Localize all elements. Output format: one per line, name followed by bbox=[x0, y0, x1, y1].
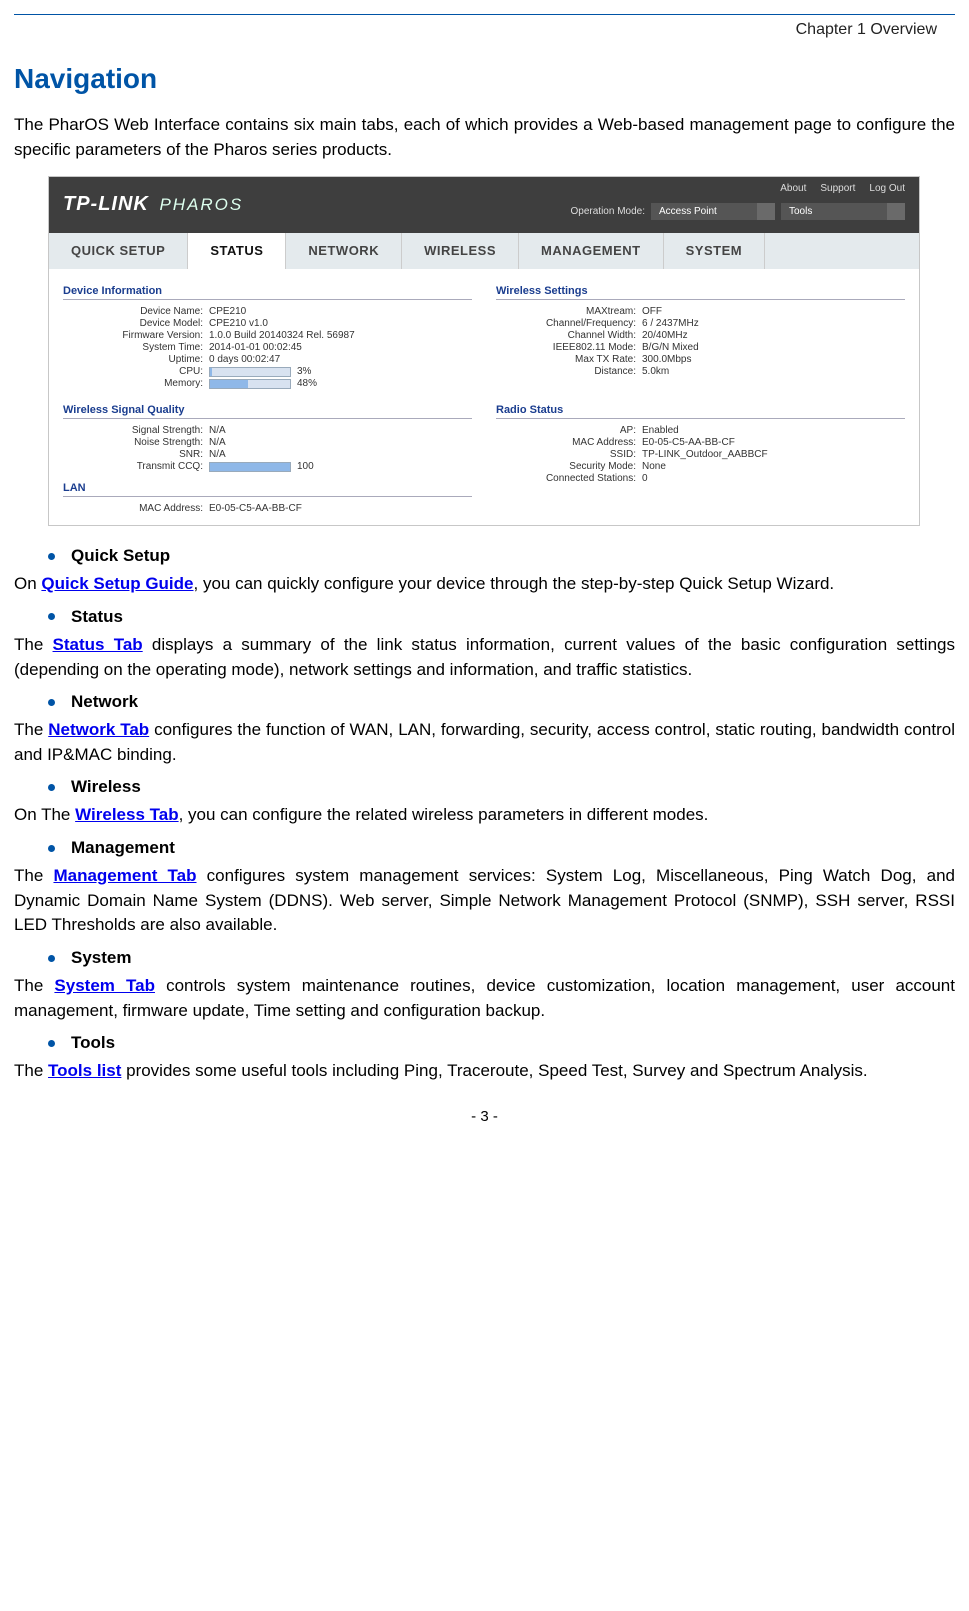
about-link[interactable]: About bbox=[780, 183, 806, 194]
management-link[interactable]: Management Tab bbox=[53, 866, 196, 885]
device-info-title: Device Information bbox=[63, 285, 472, 300]
network-heading: Network bbox=[71, 692, 138, 711]
status-desc: The Status Tab displays a summary of the… bbox=[14, 633, 955, 682]
bullet-icon bbox=[48, 1040, 55, 1047]
tab-network[interactable]: NETWORK bbox=[286, 233, 402, 269]
bullet-icon bbox=[48, 784, 55, 791]
quick-setup-desc: On Quick Setup Guide, you can quickly co… bbox=[14, 572, 955, 597]
quick-setup-heading: Quick Setup bbox=[71, 546, 170, 565]
tools-heading: Tools bbox=[71, 1033, 115, 1052]
screenshot: TP-LINK PHAROS About Support Log Out Opera… bbox=[48, 176, 920, 526]
bullet-icon bbox=[48, 955, 55, 962]
network-link[interactable]: Network Tab bbox=[48, 720, 149, 739]
system-desc: The System Tab controls system maintenan… bbox=[14, 974, 955, 1023]
logout-link[interactable]: Log Out bbox=[869, 183, 905, 194]
tools-select[interactable]: Tools bbox=[781, 203, 905, 220]
bullet-icon bbox=[48, 553, 55, 560]
opmode-label: Operation Mode: bbox=[571, 206, 646, 217]
status-heading: Status bbox=[71, 607, 123, 626]
system-heading: System bbox=[71, 948, 131, 967]
tab-status[interactable]: STATUS bbox=[188, 233, 286, 269]
support-link[interactable]: Support bbox=[820, 183, 855, 194]
bullet-icon bbox=[48, 699, 55, 706]
lan-title: LAN bbox=[63, 482, 472, 497]
opmode-select[interactable]: Access Point bbox=[651, 203, 775, 220]
management-heading: Management bbox=[71, 838, 175, 857]
signal-quality-title: Wireless Signal Quality bbox=[63, 404, 472, 419]
tools-desc: The Tools list provides some useful tool… bbox=[14, 1059, 955, 1084]
wireless-settings-title: Wireless Settings bbox=[496, 285, 905, 300]
page-title: Navigation bbox=[14, 63, 955, 95]
wireless-heading: Wireless bbox=[71, 777, 141, 796]
chapter-header: Chapter 1 Overview bbox=[14, 15, 955, 49]
radio-status-title: Radio Status bbox=[496, 404, 905, 419]
tools-link[interactable]: Tools list bbox=[48, 1061, 121, 1080]
bullet-icon bbox=[48, 845, 55, 852]
tab-wireless[interactable]: WIRELESS bbox=[402, 233, 519, 269]
intro-text: The PharOS Web Interface contains six ma… bbox=[14, 113, 955, 162]
management-desc: The Management Tab configures system man… bbox=[14, 864, 955, 938]
wireless-desc: On The Wireless Tab, you can configure t… bbox=[14, 803, 955, 828]
quick-setup-link[interactable]: Quick Setup Guide bbox=[41, 574, 193, 593]
tab-management[interactable]: MANAGEMENT bbox=[519, 233, 664, 269]
network-desc: The Network Tab configures the function … bbox=[14, 718, 955, 767]
tab-quick-setup[interactable]: QUICK SETUP bbox=[49, 233, 188, 269]
tab-system[interactable]: SYSTEM bbox=[664, 233, 765, 269]
page-number: - 3 - bbox=[14, 1108, 955, 1125]
top-links: About Support Log Out bbox=[766, 183, 905, 194]
bullet-icon bbox=[48, 613, 55, 620]
system-link[interactable]: System Tab bbox=[54, 976, 155, 995]
logo: TP-LINK PHAROS bbox=[63, 193, 243, 216]
status-link[interactable]: Status Tab bbox=[53, 635, 143, 654]
wireless-link[interactable]: Wireless Tab bbox=[75, 805, 178, 824]
